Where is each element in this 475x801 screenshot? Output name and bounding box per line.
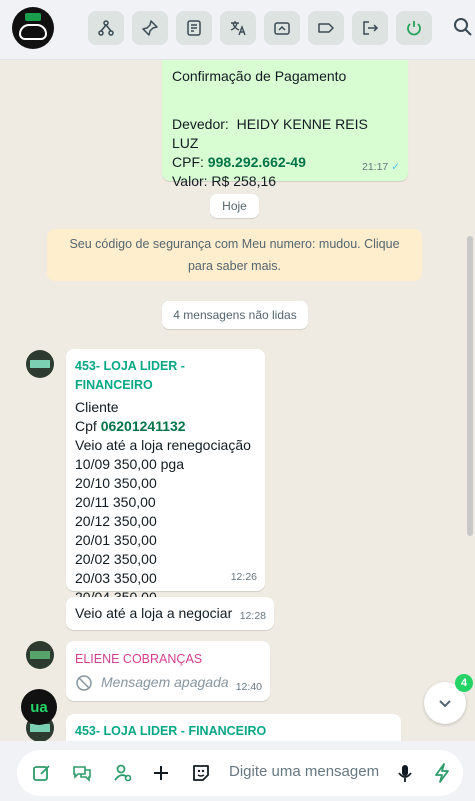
installment-item: 20/11 350,00 xyxy=(75,494,156,510)
installment-list: 10/09 350,00 pga 20/10 350,00 20/11 350,… xyxy=(75,455,256,607)
logout-button[interactable] xyxy=(352,11,388,45)
pin-button[interactable] xyxy=(132,11,168,45)
logout-icon xyxy=(363,21,379,35)
message-input[interactable]: Digite uma mensagem xyxy=(229,763,379,780)
note-icon xyxy=(187,20,201,36)
handshake-icon xyxy=(19,24,47,40)
installment-item: 20/10 350,00 xyxy=(75,475,157,491)
installment-item: 20/01 350,00 xyxy=(75,532,157,548)
message-time: 21:17 ✓ xyxy=(361,161,400,173)
installment-item: 20/02 350,00 xyxy=(75,551,157,567)
loja-message[interactable]: 453- LOJA LIDER - FINANCEIRO Cliente Cpf… xyxy=(66,349,265,605)
date-chip: Hoje xyxy=(210,194,259,218)
sender-name[interactable]: 453- LOJA LIDER - FINANCEIRO xyxy=(75,722,392,741)
plus-icon[interactable] xyxy=(150,762,172,784)
chevron-down-icon xyxy=(439,700,451,708)
installment-item: 20/12 350,00 xyxy=(75,513,157,529)
quick-replies-icon[interactable] xyxy=(71,762,93,784)
payment-message[interactable]: Confirmação de Pagamento Devedor: HEIDY … xyxy=(162,60,408,189)
installment-item: 20/03 350,00 xyxy=(75,570,157,586)
media-button[interactable] xyxy=(264,11,300,45)
sender-avatar[interactable] xyxy=(26,641,54,669)
composer-bar: Digite uma mensagem xyxy=(0,741,475,801)
logo-mark xyxy=(25,13,41,21)
label-button[interactable] xyxy=(308,11,344,45)
edit-icon[interactable] xyxy=(31,762,53,784)
composer-box: Digite uma mensagem xyxy=(17,750,463,796)
read-check-icon: ✓ xyxy=(391,161,400,173)
flow-icon xyxy=(98,20,114,36)
media-icon xyxy=(274,22,290,35)
search-icon[interactable] xyxy=(452,16,474,38)
sticker-icon[interactable] xyxy=(190,762,212,784)
payment-title: Confirmação de Pagamento xyxy=(172,68,347,84)
note-button[interactable] xyxy=(176,11,212,45)
sender-name[interactable]: ELIENE COBRANÇAS xyxy=(75,650,261,669)
message-list[interactable]: Confirmação de Pagamento Devedor: HEIDY … xyxy=(0,60,475,741)
power-button[interactable] xyxy=(396,11,432,45)
deleted-icon xyxy=(76,674,92,691)
pin-icon xyxy=(142,20,158,36)
devedor-line: Devedor: HEIDY KENNE REIS LUZ xyxy=(172,116,368,151)
cpf-line: Cpf 06201241132 xyxy=(75,418,186,434)
loja-message-followup[interactable]: Veio até a loja a negociar 12:28 xyxy=(66,597,274,630)
flow-button[interactable] xyxy=(88,11,124,45)
message-line: Veio até a loja renegociação xyxy=(75,437,251,453)
ua-widget-button[interactable]: ua xyxy=(21,689,57,725)
sender-name[interactable]: 453- LOJA LIDER - FINANCEIRO xyxy=(75,357,256,395)
chat-header xyxy=(0,0,475,60)
security-notice[interactable]: Seu código de segurança com Meu numero: … xyxy=(47,229,422,281)
contact-icon[interactable] xyxy=(112,762,134,784)
installment-item: 10/09 350,00 pga xyxy=(75,456,184,472)
company-logo-avatar[interactable] xyxy=(12,7,54,49)
unread-count-badge: 4 xyxy=(455,674,473,692)
label-icon xyxy=(318,23,334,33)
message-time: 12:26 xyxy=(230,571,257,583)
power-icon xyxy=(407,21,421,36)
message-line: Cliente xyxy=(75,399,119,415)
deleted-message: Mensagem apagada xyxy=(75,673,261,692)
unread-chip: 4 mensagens não lidas xyxy=(162,301,308,329)
scrollbar[interactable] xyxy=(467,236,473,536)
message-time: 12:40 xyxy=(235,681,262,693)
translate-button[interactable] xyxy=(220,11,256,45)
message-time: 12:28 xyxy=(239,610,266,622)
sender-avatar[interactable] xyxy=(26,350,54,378)
eliene-message[interactable]: ELIENE COBRANÇAS Mensagem apagada 12:40 xyxy=(66,641,270,701)
loja-message-partial[interactable]: 453- LOJA LIDER - FINANCEIRO xyxy=(66,714,401,741)
message-text: Veio até a loja a negociar xyxy=(75,605,233,621)
microphone-icon[interactable] xyxy=(394,762,416,784)
translate-icon xyxy=(230,21,246,36)
lightning-icon[interactable] xyxy=(431,762,453,784)
